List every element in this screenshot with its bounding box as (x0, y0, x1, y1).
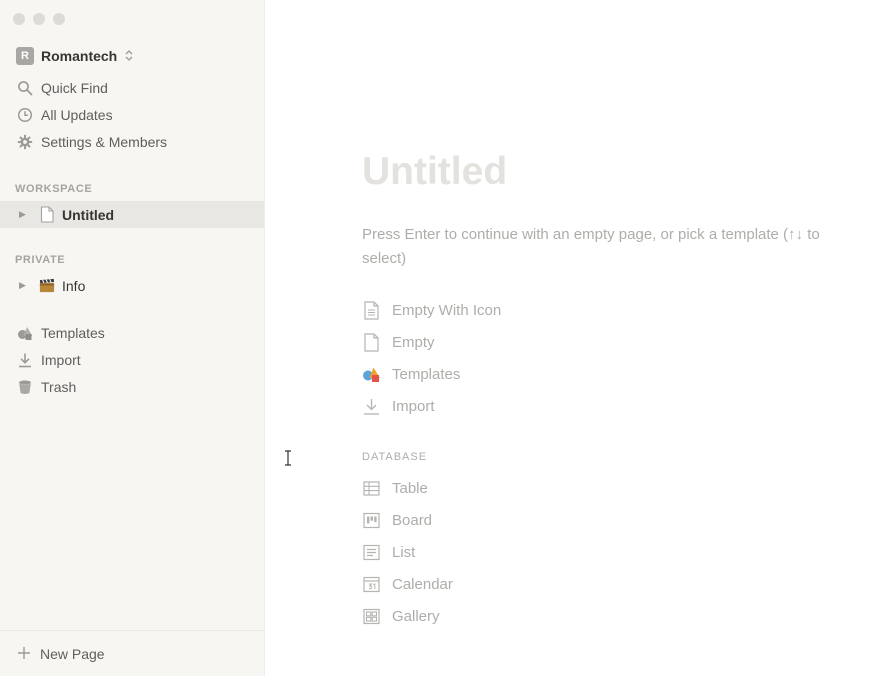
maximize-window-button[interactable] (53, 13, 65, 25)
database-section-label: DATABASE (362, 451, 428, 463)
expand-triangle-icon[interactable]: ▶ (19, 209, 33, 220)
sidebar-item-label: All Updates (41, 106, 113, 123)
window-controls (13, 13, 65, 25)
database-gallery[interactable]: Gallery (362, 604, 440, 628)
board-icon (362, 511, 381, 530)
page-icon (38, 206, 56, 224)
text-cursor-icon (285, 450, 291, 466)
list-icon (362, 543, 381, 562)
sidebar-item-label: Templates (41, 324, 105, 341)
table-icon (362, 479, 381, 498)
database-board[interactable]: Board (362, 508, 432, 532)
private-section-label: PRIVATE (15, 254, 66, 266)
workspace-name: Romantech (41, 48, 118, 64)
download-icon (17, 352, 33, 368)
database-label: Gallery (392, 607, 440, 625)
new-page-button[interactable]: New Page (0, 630, 264, 676)
sidebar-page-label: Untitled (62, 206, 115, 223)
template-label: Import (392, 397, 435, 415)
search-icon (17, 80, 33, 96)
sidebar-item-templates[interactable]: Templates (0, 319, 264, 346)
template-import[interactable]: Import (362, 394, 435, 418)
template-label: Empty (392, 333, 435, 351)
database-list[interactable]: List (362, 540, 415, 564)
gear-icon (17, 134, 33, 150)
sidebar-item-settings-members[interactable]: Settings & Members (0, 128, 264, 155)
clapperboard-icon (38, 277, 56, 295)
template-hint: Press Enter to continue with an empty pa… (362, 226, 820, 267)
download-icon (362, 397, 381, 416)
sidebar-item-label: Trash (41, 378, 77, 395)
clock-icon (17, 107, 33, 123)
gallery-icon (362, 607, 381, 626)
page-title[interactable]: Untitled (362, 150, 507, 194)
database-label: Calendar (392, 575, 453, 593)
workspace-section-label: WORKSPACE (15, 183, 93, 195)
expand-triangle-icon[interactable]: ▶ (19, 280, 33, 291)
page-with-lines-icon (362, 300, 381, 320)
template-templates[interactable]: Templates (362, 362, 460, 386)
new-page-label: New Page (40, 645, 105, 662)
sidebar-item-label: Quick Find (41, 79, 108, 96)
close-window-button[interactable] (13, 13, 25, 25)
sidebar: R Romantech Quick Find All Updates Setti… (0, 0, 265, 676)
sidebar-item-quick-find[interactable]: Quick Find (0, 74, 264, 101)
sidebar-page-untitled[interactable]: ▶ Untitled (0, 201, 264, 228)
template-empty[interactable]: Empty (362, 330, 435, 354)
shapes-icon (362, 365, 381, 384)
template-label: Templates (392, 365, 461, 383)
page-icon (362, 332, 381, 352)
workspace-avatar: R (16, 47, 34, 65)
plus-icon (17, 644, 31, 664)
template-empty-with-icon[interactable]: Empty With Icon (362, 298, 501, 322)
main-editor: Untitled Press Enter to continue with an… (266, 0, 896, 676)
database-calendar[interactable]: Calendar (362, 572, 453, 596)
sidebar-item-trash[interactable]: Trash (0, 373, 264, 400)
minimize-window-button[interactable] (33, 13, 45, 25)
sidebar-page-info[interactable]: ▶ Info (0, 272, 264, 299)
calendar-icon (362, 575, 381, 594)
chevron-up-down-icon (125, 49, 133, 63)
sidebar-page-label: Info (62, 277, 86, 294)
sidebar-item-import[interactable]: Import (0, 346, 264, 373)
database-label: List (392, 543, 416, 561)
trash-icon (17, 379, 33, 395)
sidebar-item-label: Import (41, 351, 81, 368)
sidebar-item-all-updates[interactable]: All Updates (0, 101, 264, 128)
database-label: Board (392, 511, 433, 529)
database-label: Table (392, 479, 428, 497)
sidebar-item-label: Settings & Members (41, 133, 168, 150)
template-label: Empty With Icon (392, 301, 502, 319)
database-table[interactable]: Table (362, 476, 428, 500)
shapes-icon (17, 325, 33, 341)
workspace-switcher[interactable]: R Romantech (16, 45, 133, 67)
